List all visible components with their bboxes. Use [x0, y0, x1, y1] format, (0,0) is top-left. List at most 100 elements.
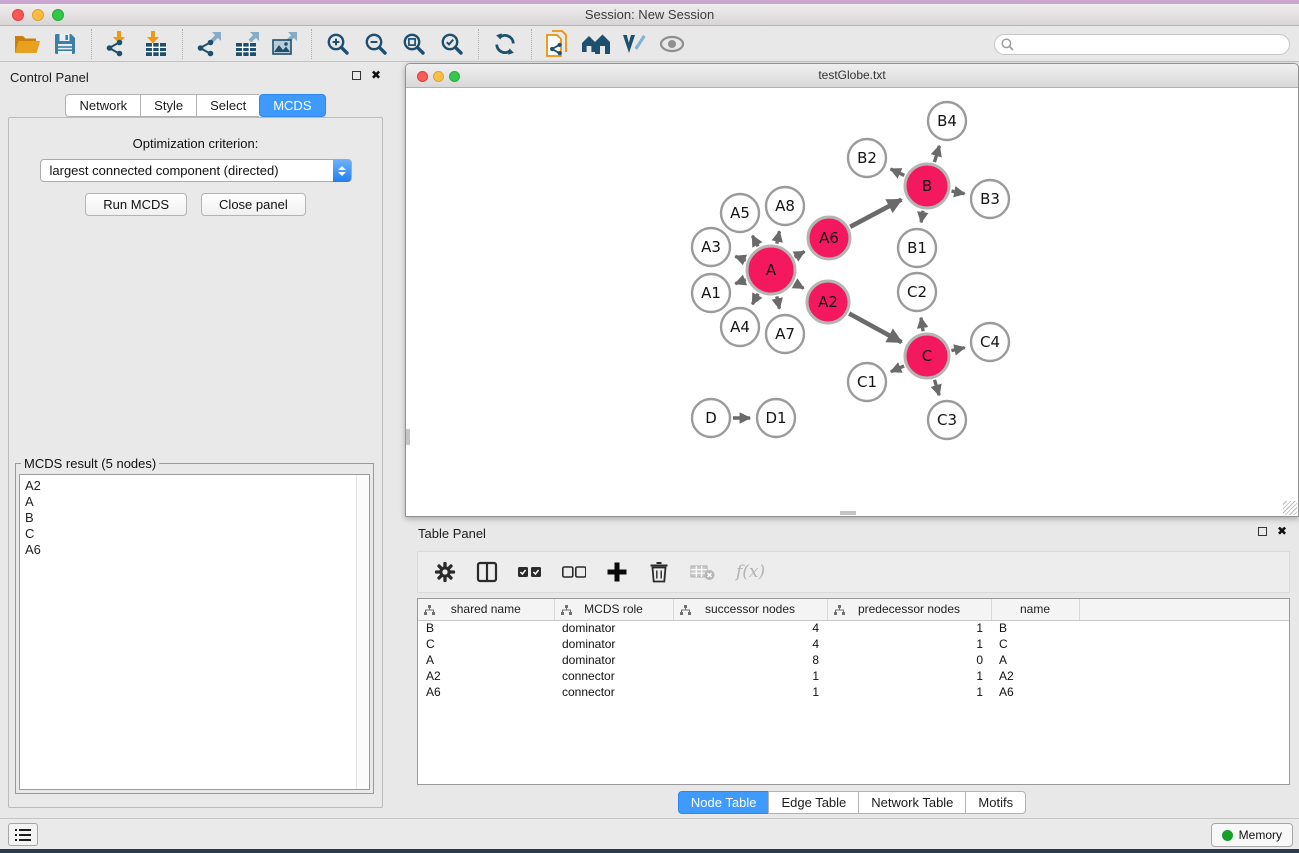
- resize-grip-icon[interactable]: [1283, 501, 1297, 515]
- graph-node-D[interactable]: D: [692, 399, 730, 437]
- mcds-result-item[interactable]: A6: [25, 542, 369, 558]
- save-session-button[interactable]: [46, 29, 84, 59]
- graph-edge-B-B3[interactable]: [952, 191, 965, 194]
- zoom-fit-button[interactable]: [395, 29, 433, 59]
- graph-edge-C-C4[interactable]: [951, 348, 964, 351]
- network-window-titlebar[interactable]: testGlobe.txt: [406, 64, 1298, 88]
- result-list-scrollbar[interactable]: [356, 475, 369, 789]
- graph-node-A2[interactable]: A2: [807, 281, 849, 323]
- function-builder-button[interactable]: f(x): [736, 562, 765, 582]
- delete-column-button[interactable]: [648, 561, 670, 583]
- mcds-result-list[interactable]: A2ABCA6: [19, 474, 370, 790]
- graph-node-B3[interactable]: B3: [971, 180, 1009, 218]
- column-header-name[interactable]: name: [991, 599, 1079, 620]
- table-row[interactable]: A2connector11A2: [418, 668, 1289, 684]
- graph-node-B1[interactable]: B1: [898, 229, 936, 267]
- graph-node-A6[interactable]: A6: [808, 217, 850, 259]
- show-columns-button[interactable]: [476, 561, 498, 583]
- table-row[interactable]: Cdominator41C: [418, 636, 1289, 652]
- zoom-out-button[interactable]: [357, 29, 395, 59]
- show-hide-style-button[interactable]: [615, 29, 653, 59]
- export-network-button[interactable]: [190, 29, 228, 59]
- minimize-window-button[interactable]: [32, 9, 44, 21]
- graph-edge-A-A5[interactable]: [752, 236, 758, 247]
- run-mcds-button[interactable]: Run MCDS: [85, 193, 187, 216]
- graph-node-C3[interactable]: C3: [928, 401, 966, 439]
- graph-node-B[interactable]: B: [905, 164, 949, 208]
- graph-edge-B-B2[interactable]: [891, 169, 905, 175]
- graph-node-C2[interactable]: C2: [898, 273, 936, 311]
- tab-network-table[interactable]: Network Table: [858, 791, 965, 814]
- float-panel-icon[interactable]: [352, 71, 361, 80]
- table-row[interactable]: Bdominator41B: [418, 620, 1289, 636]
- zoom-window-button[interactable]: [52, 9, 64, 21]
- graph-node-A8[interactable]: A8: [766, 187, 804, 225]
- tab-motifs[interactable]: Motifs: [965, 791, 1026, 814]
- close-panel-icon[interactable]: ✖: [371, 70, 381, 80]
- graph-node-B4[interactable]: B4: [928, 102, 966, 140]
- zoom-selected-button[interactable]: [433, 29, 471, 59]
- graph-node-C[interactable]: C: [905, 334, 949, 378]
- column-header-shared-name[interactable]: shared name: [418, 599, 554, 620]
- graph-node-C1[interactable]: C1: [848, 363, 886, 401]
- network-canvas[interactable]: B4B2BB3A8A5A6A3B1AC2A1A2A4A7C4CC1DD1C3: [406, 89, 1298, 516]
- graph-edge-A2-C[interactable]: [849, 314, 901, 343]
- graph-edge-B-B1[interactable]: [921, 211, 923, 223]
- table-row[interactable]: A6connector11A6: [418, 684, 1289, 700]
- mcds-result-item[interactable]: C: [25, 526, 369, 542]
- network-zoom-button[interactable]: [449, 71, 460, 82]
- network-graph[interactable]: B4B2BB3A8A5A6A3B1AC2A1A2A4A7C4CC1DD1C3: [406, 89, 1298, 516]
- column-header-predecessor-nodes[interactable]: predecessor nodes: [827, 599, 991, 620]
- mcds-result-item[interactable]: A: [25, 494, 369, 510]
- table-settings-button[interactable]: [434, 561, 456, 583]
- graph-edge-A-A1[interactable]: [735, 280, 746, 284]
- home-button[interactable]: [577, 29, 615, 59]
- graph-edge-A-A6[interactable]: [795, 252, 805, 258]
- import-network-button[interactable]: [99, 29, 137, 59]
- graph-edge-A-A7[interactable]: [777, 296, 780, 308]
- delete-table-button[interactable]: [690, 563, 716, 581]
- close-panel-button[interactable]: Close panel: [201, 193, 306, 216]
- graph-edge-A-A3[interactable]: [735, 256, 746, 260]
- network-horizontal-scrollbar[interactable]: [840, 511, 856, 515]
- network-vertical-scrollbar[interactable]: [406, 429, 410, 445]
- tab-select[interactable]: Select: [196, 94, 259, 117]
- close-window-button[interactable]: [12, 9, 24, 21]
- criterion-dropdown[interactable]: largest connected component (directed): [40, 159, 352, 182]
- tab-edge-table[interactable]: Edge Table: [768, 791, 858, 814]
- preview-eye-button[interactable]: [653, 29, 691, 59]
- graph-node-A[interactable]: A: [747, 246, 795, 294]
- column-header-MCDS-role[interactable]: MCDS role: [554, 599, 673, 620]
- graph-node-A3[interactable]: A3: [692, 228, 730, 266]
- graph-node-C4[interactable]: C4: [971, 323, 1009, 361]
- unselect-all-button[interactable]: [562, 566, 586, 578]
- refresh-layout-button[interactable]: [486, 29, 524, 59]
- graph-edge-A-A2[interactable]: [795, 283, 804, 288]
- tab-network[interactable]: Network: [65, 94, 140, 117]
- network-close-button[interactable]: [417, 71, 428, 82]
- graph-node-A5[interactable]: A5: [721, 194, 759, 232]
- import-table-button[interactable]: [137, 29, 175, 59]
- graph-node-A4[interactable]: A4: [721, 308, 759, 346]
- search-input[interactable]: [994, 34, 1290, 55]
- graph-edge-A6-B[interactable]: [850, 200, 901, 227]
- mcds-result-item[interactable]: B: [25, 510, 369, 526]
- graph-edge-A-A4[interactable]: [752, 294, 758, 305]
- mcds-result-item[interactable]: A2: [25, 478, 369, 494]
- table-row[interactable]: Adominator80A: [418, 652, 1289, 668]
- task-history-button[interactable]: [8, 823, 38, 846]
- open-network-file-button[interactable]: [539, 29, 577, 59]
- graph-edge-C-C3[interactable]: [935, 380, 940, 395]
- zoom-in-button[interactable]: [319, 29, 357, 59]
- float-table-panel-icon[interactable]: [1258, 527, 1267, 536]
- graph-node-A7[interactable]: A7: [766, 315, 804, 353]
- export-image-button[interactable]: [266, 29, 304, 59]
- graph-edge-C-C1[interactable]: [891, 366, 904, 372]
- open-session-button[interactable]: [8, 29, 46, 59]
- export-table-button[interactable]: [228, 29, 266, 59]
- tab-style[interactable]: Style: [140, 94, 196, 117]
- column-header-successor-nodes[interactable]: successor nodes: [673, 599, 827, 620]
- graph-node-A1[interactable]: A1: [692, 274, 730, 312]
- close-table-panel-icon[interactable]: ✖: [1277, 526, 1287, 536]
- network-minimize-button[interactable]: [433, 71, 444, 82]
